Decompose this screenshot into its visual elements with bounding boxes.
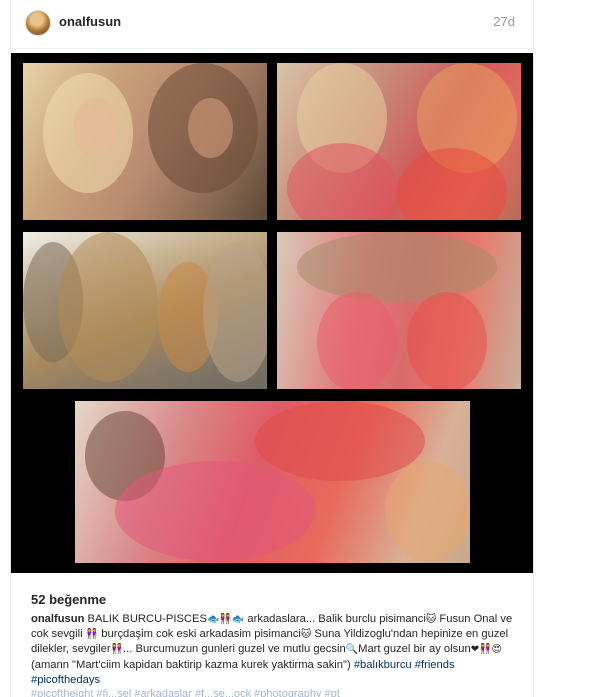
post-card: onalfusun 27d 52 beğenme onalfusun BALIK… [10, 0, 534, 697]
photo-two-women-lying-hair-spread [277, 232, 521, 389]
caption-text: ... Burcumuzun gunleri guzel ve mutlu ge… [123, 643, 346, 656]
heart-emoji: ❤👭😍 [470, 644, 502, 656]
fish-emoji: 🐟👭🐟 [206, 614, 245, 625]
caption-text: Mart guzel bir ay olsun [358, 643, 471, 656]
caption-overflow-text: #picoftheight #fi...sel #arkadaslar #f..… [31, 688, 340, 697]
photo-two-women-portrait [23, 63, 267, 220]
username[interactable]: onalfusun [59, 14, 121, 29]
timestamp[interactable]: 27d [493, 14, 515, 29]
photo-collage[interactable] [11, 53, 533, 573]
women-emoji: 👭 [110, 644, 124, 656]
caption-text: (amann "Mart'ciim kapidan baktirip kazma… [31, 658, 354, 671]
likes-count[interactable]: 52 beğenme [31, 592, 106, 607]
cat-emoji: 🐱 [300, 629, 312, 641]
caption-text: BALIK BURCU-PISCES [84, 613, 207, 625]
caption-text: arkadaslara... Balik burclu pisimanci [244, 613, 426, 625]
photo-two-women-red-leotards [277, 63, 521, 220]
cat-emoji: 🐱 [425, 614, 437, 625]
post-header: onalfusun 27d [11, 0, 533, 49]
caption-text: burçdaşim cok eski arkadasim pisimanci [98, 628, 301, 641]
photo-two-women-reclining [75, 401, 470, 563]
magnifier-emoji: 🔍 [345, 644, 359, 656]
women-emoji: 👭 [85, 629, 99, 641]
caption-author[interactable]: onalfusun [31, 613, 84, 625]
photo-cats [23, 232, 267, 389]
avatar[interactable] [25, 10, 51, 36]
post-caption: onalfusun BALIK BURCU-PISCES🐟👭🐟 arkadasl… [31, 612, 519, 688]
